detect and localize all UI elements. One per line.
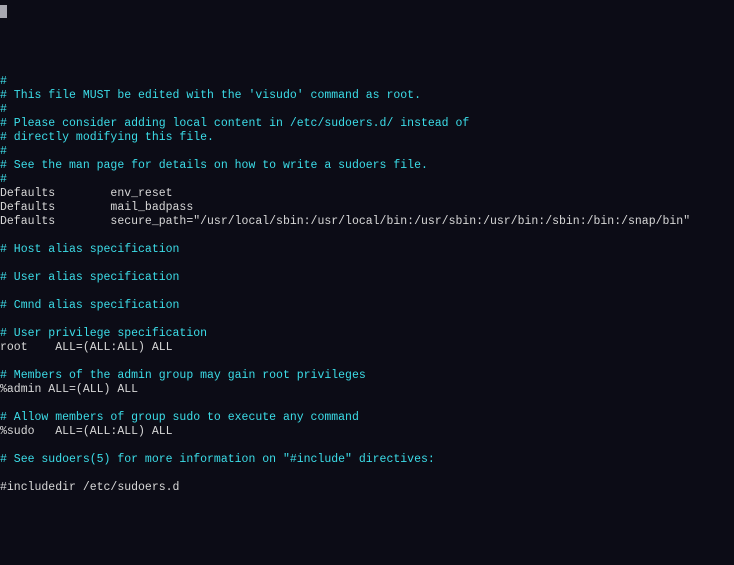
editor-line <box>0 355 734 369</box>
comment-text: # Members of the admin group may gain ro… <box>0 369 366 382</box>
editor-line: # <box>0 103 734 117</box>
comment-text: # Please consider adding local content i… <box>0 117 469 130</box>
editor-line <box>0 313 734 327</box>
editor-line: # Allow members of group sudo to execute… <box>0 411 734 425</box>
editor-line: # <box>0 145 734 159</box>
editor-line: # Members of the admin group may gain ro… <box>0 369 734 383</box>
config-text: Defaults env_reset <box>0 187 173 200</box>
editor-line: # User privilege specification <box>0 327 734 341</box>
comment-text: # <box>0 173 7 186</box>
comment-text: # <box>0 75 7 88</box>
editor-content[interactable]: ## This file MUST be edited with the 'vi… <box>0 70 734 495</box>
config-text: %admin ALL=(ALL) ALL <box>0 383 138 396</box>
config-text: Defaults secure_path="/usr/local/sbin:/u… <box>0 215 690 228</box>
comment-text: # Cmnd alias specification <box>0 299 179 312</box>
comment-text: # directly modifying this file. <box>0 131 214 144</box>
editor-line <box>0 439 734 453</box>
editor-line: #includedir /etc/sudoers.d <box>0 481 734 495</box>
editor-line: # <box>0 173 734 187</box>
comment-text: # See sudoers(5) for more information on… <box>0 453 435 466</box>
comment-text: # User privilege specification <box>0 327 207 340</box>
editor-line <box>0 467 734 481</box>
config-text: #includedir /etc/sudoers.d <box>0 481 179 494</box>
editor-cursor <box>0 5 7 18</box>
comment-text: # Host alias specification <box>0 243 179 256</box>
editor-line: Defaults mail_badpass <box>0 201 734 215</box>
editor-line: # Please consider adding local content i… <box>0 117 734 131</box>
comment-text: # This file MUST be edited with the 'vis… <box>0 89 421 102</box>
editor-line <box>0 257 734 271</box>
config-text: %sudo ALL=(ALL:ALL) ALL <box>0 425 173 438</box>
editor-line: Defaults secure_path="/usr/local/sbin:/u… <box>0 215 734 229</box>
editor-line: # See sudoers(5) for more information on… <box>0 453 734 467</box>
config-text: root ALL=(ALL:ALL) ALL <box>0 341 173 354</box>
editor-line: root ALL=(ALL:ALL) ALL <box>0 341 734 355</box>
comment-text: # Allow members of group sudo to execute… <box>0 411 359 424</box>
editor-line <box>0 229 734 243</box>
comment-text: # <box>0 103 7 116</box>
editor-line: Defaults env_reset <box>0 187 734 201</box>
comment-text: # User alias specification <box>0 271 179 284</box>
editor-line: # Cmnd alias specification <box>0 299 734 313</box>
editor-line: # User alias specification <box>0 271 734 285</box>
comment-text: # See the man page for details on how to… <box>0 159 428 172</box>
editor-line <box>0 397 734 411</box>
editor-line: # Host alias specification <box>0 243 734 257</box>
editor-line: %admin ALL=(ALL) ALL <box>0 383 734 397</box>
editor-line <box>0 285 734 299</box>
config-text: Defaults mail_badpass <box>0 201 193 214</box>
comment-text: # <box>0 145 7 158</box>
editor-line: # This file MUST be edited with the 'vis… <box>0 89 734 103</box>
editor-line: %sudo ALL=(ALL:ALL) ALL <box>0 425 734 439</box>
editor-line: # See the man page for details on how to… <box>0 159 734 173</box>
editor-line: # directly modifying this file. <box>0 131 734 145</box>
editor-line: # <box>0 75 734 89</box>
